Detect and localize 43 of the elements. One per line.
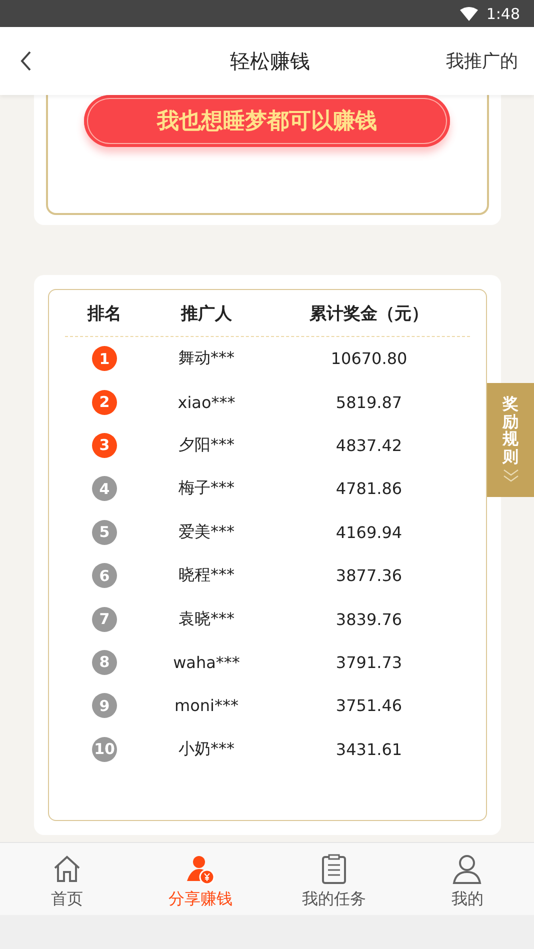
bonus-amount: 3791.73 bbox=[336, 652, 402, 672]
wifi-icon bbox=[460, 6, 478, 20]
rank-badge: 7 bbox=[92, 606, 117, 632]
promoter-name: waha*** bbox=[173, 652, 240, 672]
bonus-amount: 5819.87 bbox=[336, 392, 402, 412]
promoter-name: 夕阳*** bbox=[178, 434, 234, 456]
page-title: 轻松赚钱 bbox=[229, 48, 311, 74]
rank-badge: 9 bbox=[92, 693, 117, 718]
column-header: 推广人 bbox=[181, 302, 232, 324]
promoter-name: 晓程*** bbox=[178, 565, 234, 586]
promoter-name: 梅子*** bbox=[178, 478, 234, 500]
rank-badge: 2 bbox=[92, 390, 117, 415]
nav-tab[interactable]: 首页 bbox=[0, 843, 134, 916]
promoter-name: moni*** bbox=[174, 696, 238, 716]
bonus-amount: 4837.42 bbox=[336, 436, 402, 455]
my-referrals-link[interactable]: 我推广的 bbox=[446, 49, 518, 73]
promoter-name: 小奶*** bbox=[178, 738, 234, 760]
nav-tab[interactable]: 我的任务 bbox=[267, 843, 400, 916]
clock-time: 1:48 bbox=[486, 4, 520, 22]
promoter-name: xiao*** bbox=[178, 392, 236, 412]
rank-badge: 5 bbox=[92, 520, 117, 545]
bonus-amount: 4781.86 bbox=[336, 479, 402, 498]
rank-badge: 6 bbox=[92, 563, 117, 588]
rank-badge: 3 bbox=[92, 432, 117, 458]
nav-tab[interactable]: 我的 bbox=[400, 843, 534, 916]
bonus-amount: 3839.76 bbox=[336, 610, 402, 629]
rank-badge: 8 bbox=[92, 650, 117, 675]
bonus-amount: 3751.46 bbox=[336, 696, 402, 716]
bonus-amount: 10670.80 bbox=[330, 349, 408, 368]
bonus-amount: 3431.61 bbox=[336, 740, 402, 759]
column-header: 累计奖金（元） bbox=[310, 302, 428, 324]
rank-badge: 4 bbox=[92, 476, 117, 502]
rank-badge: 1 bbox=[92, 346, 117, 372]
promoter-name: 袁晓*** bbox=[178, 608, 234, 630]
rank-badge: 10 bbox=[92, 736, 117, 762]
home-icon bbox=[52, 853, 82, 885]
promoter-name: 舞动*** bbox=[178, 348, 234, 370]
bonus-amount: 3877.36 bbox=[336, 566, 402, 586]
column-header: 排名 bbox=[88, 302, 122, 324]
user-icon bbox=[452, 853, 482, 885]
bonus-amount: 4169.94 bbox=[336, 522, 402, 542]
promoter-name: 爱美*** bbox=[178, 522, 234, 543]
user-coin-icon bbox=[185, 853, 216, 885]
